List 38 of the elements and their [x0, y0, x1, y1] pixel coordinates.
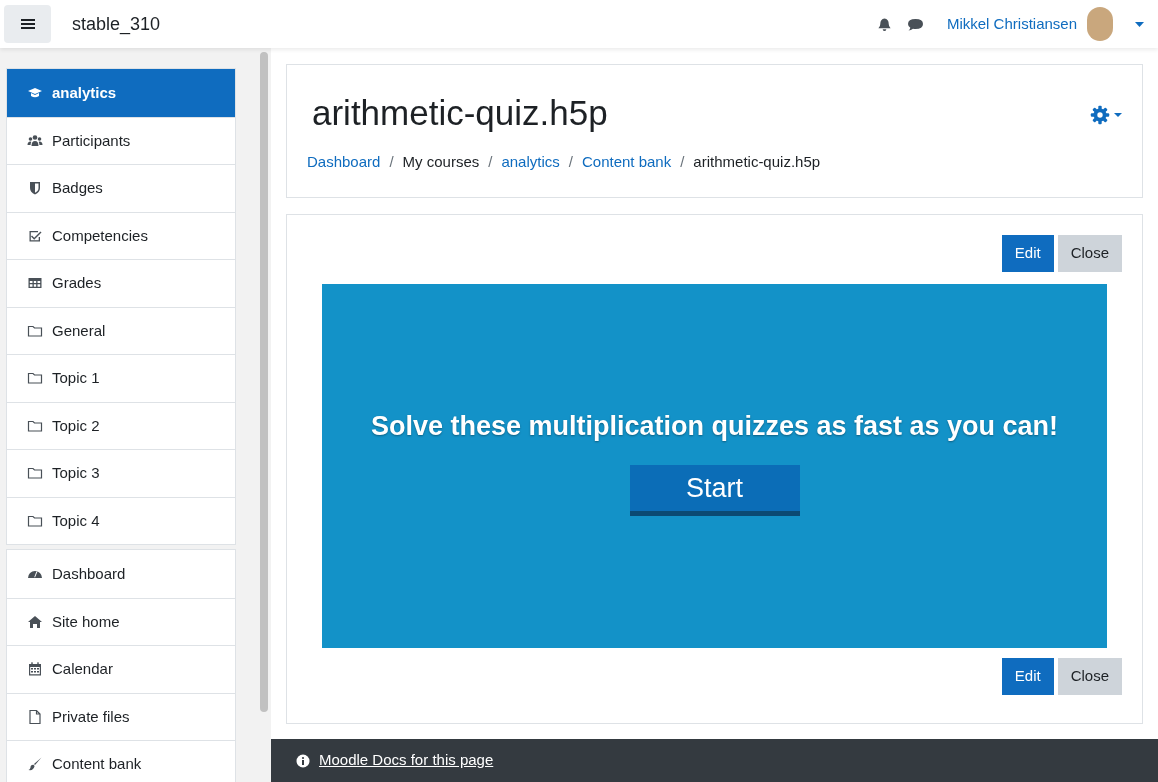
- breadcrumb-link[interactable]: analytics: [501, 151, 560, 174]
- chat-bubble-icon[interactable]: [906, 16, 924, 32]
- close-button[interactable]: Close: [1057, 658, 1122, 695]
- edit-button[interactable]: Edit: [1001, 235, 1054, 272]
- calendar-icon: [27, 661, 43, 678]
- caret-icon[interactable]: [1135, 21, 1144, 27]
- breadcrumb-separator: /: [389, 152, 394, 172]
- site-name[interactable]: stable_310: [72, 10, 161, 38]
- quiz-intro-text: Solve these multiplication quizzes as fast as you can!: [370, 410, 1059, 444]
- folder-icon: [27, 465, 43, 482]
- info-icon: [296, 753, 310, 768]
- user-name-link[interactable]: Mikkel Christiansen: [946, 12, 1077, 36]
- folder-icon: [27, 370, 43, 387]
- caret-icon: [1114, 113, 1122, 117]
- menu-button[interactable]: [4, 5, 51, 43]
- bell-icon[interactable]: [876, 16, 892, 32]
- shield-icon: [27, 180, 43, 197]
- breadcrumb-link[interactable]: Dashboard: [307, 151, 381, 174]
- menu-icon: [20, 18, 35, 30]
- page-title: arithmetic-quiz.h5p: [312, 93, 608, 133]
- settings-menu[interactable]: [1090, 105, 1122, 125]
- paintbrush-icon: [27, 756, 43, 773]
- breadcrumb-link[interactable]: Content bank: [581, 151, 672, 174]
- sidebar-item[interactable]: analytics: [7, 69, 235, 117]
- breadcrumb-separator: /: [488, 152, 493, 172]
- edit-button[interactable]: Edit: [1001, 658, 1054, 695]
- start-button[interactable]: Start: [629, 464, 800, 516]
- file-icon: [27, 708, 43, 725]
- breadcrumb-text: My courses: [402, 152, 480, 172]
- users-icon: [27, 132, 43, 149]
- docs-link[interactable]: Moodle Docs for this page: [319, 749, 494, 772]
- breadcrumb-separator: /: [568, 152, 573, 172]
- breadcrumb-separator: /: [680, 152, 685, 172]
- gear-icon: [1090, 105, 1110, 125]
- scrollbar[interactable]: [260, 52, 268, 712]
- breadcrumb-text: arithmetic-quiz.h5p: [693, 152, 821, 172]
- house-icon: [27, 613, 43, 630]
- close-button[interactable]: Close: [1057, 235, 1122, 272]
